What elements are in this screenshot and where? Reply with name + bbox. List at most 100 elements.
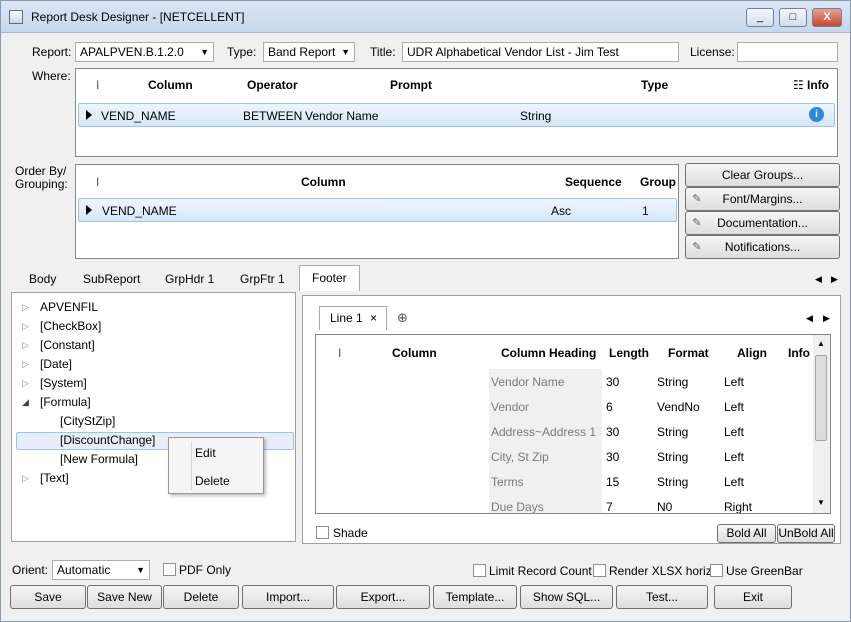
scroll-down-icon[interactable]: ▼: [817, 498, 825, 507]
tab-scroll-left-icon[interactable]: ◀: [815, 274, 822, 285]
out-row-length[interactable]: 6: [606, 400, 613, 414]
out-row-format[interactable]: String: [657, 475, 688, 489]
out-row-length[interactable]: 7: [606, 500, 613, 513]
expand-arrow-icon[interactable]: ▷: [22, 302, 29, 313]
out-row-heading[interactable]: City, St Zip: [491, 450, 549, 464]
tree-node-citystzip[interactable]: [CityStZip]: [60, 412, 115, 430]
out-col-format[interactable]: Format: [668, 346, 709, 360]
delete-button[interactable]: Delete: [163, 585, 239, 609]
out-row-format[interactable]: String: [657, 425, 688, 439]
shade-checkbox[interactable]: [316, 526, 329, 539]
order-row[interactable]: VEND_NAME Asc 1: [78, 198, 677, 222]
out-col-info[interactable]: Info: [788, 346, 810, 360]
minimize-button[interactable]: _: [746, 8, 774, 27]
line-scroll-left-icon[interactable]: ◀: [806, 313, 813, 324]
out-row-align[interactable]: Left: [724, 475, 744, 489]
expand-arrow-icon[interactable]: ▷: [22, 359, 29, 370]
out-col-align[interactable]: Align: [737, 346, 767, 360]
scrollbar-thumb[interactable]: [815, 355, 827, 441]
tab-body[interactable]: Body: [17, 267, 68, 291]
close-button[interactable]: X: [812, 8, 842, 27]
info-icon[interactable]: i: [809, 107, 824, 122]
orient-combo[interactable]: Automatic ▼: [52, 560, 150, 580]
out-row-length[interactable]: 30: [606, 450, 619, 464]
font-margins-button[interactable]: ✎ Font/Margins...: [685, 187, 840, 211]
clear-groups-button[interactable]: Clear Groups...: [685, 163, 840, 187]
out-col-column[interactable]: Column: [392, 346, 437, 360]
template-button[interactable]: Template...: [433, 585, 517, 609]
tree-node-new-formula[interactable]: [New Formula]: [60, 450, 138, 468]
out-row-length[interactable]: 30: [606, 425, 619, 439]
order-col-group[interactable]: Group: [640, 175, 676, 189]
out-row-heading[interactable]: Due Days: [491, 500, 544, 513]
collapse-arrow-icon[interactable]: ◢: [22, 397, 29, 408]
save-new-button[interactable]: Save New: [87, 585, 162, 609]
out-row-format[interactable]: N0: [657, 500, 672, 513]
limit-record-checkbox[interactable]: [473, 564, 486, 577]
line-scroll-right-icon[interactable]: ▶: [823, 313, 830, 324]
show-sql-button[interactable]: Show SQL...: [520, 585, 613, 609]
close-icon[interactable]: ×: [370, 307, 377, 329]
test-button[interactable]: Test...: [616, 585, 708, 609]
import-button[interactable]: Import...: [242, 585, 334, 609]
documentation-button[interactable]: ✎ Documentation...: [685, 211, 840, 235]
tab-line-1[interactable]: Line 1 ×: [319, 306, 387, 330]
export-button[interactable]: Export...: [336, 585, 430, 609]
add-line-icon[interactable]: ⊕: [397, 310, 408, 326]
out-row-heading[interactable]: Terms: [491, 475, 524, 489]
unbold-all-button[interactable]: UnBold All: [777, 524, 835, 543]
order-col-sequence[interactable]: Sequence: [565, 175, 622, 189]
render-xlsx-checkbox[interactable]: [593, 564, 606, 577]
tab-subreport[interactable]: SubReport: [71, 267, 152, 291]
out-row-heading[interactable]: Address~Address 1: [491, 425, 596, 439]
tab-grphdr[interactable]: GrpHdr 1: [153, 267, 226, 291]
maximize-button[interactable]: □: [779, 8, 807, 27]
tab-footer[interactable]: Footer: [299, 265, 360, 291]
where-row[interactable]: VEND_NAME BETWEEN Vendor Name String i: [78, 103, 835, 127]
out-row-align[interactable]: Left: [724, 450, 744, 464]
where-col-prompt[interactable]: Prompt: [390, 78, 432, 92]
tree-node-system[interactable]: [System]: [40, 374, 87, 392]
menu-item-delete[interactable]: Delete: [195, 474, 230, 488]
vertical-scrollbar[interactable]: ▲ ▼: [813, 335, 830, 513]
scroll-up-icon[interactable]: ▲: [817, 339, 825, 348]
out-row-align[interactable]: Right: [724, 500, 752, 513]
license-input[interactable]: [737, 42, 838, 62]
where-col-operator[interactable]: Operator: [247, 78, 298, 92]
order-col-column[interactable]: Column: [301, 175, 346, 189]
out-col-length[interactable]: Length: [609, 346, 649, 360]
notifications-button[interactable]: ✎ Notifications...: [685, 235, 840, 259]
out-row-align[interactable]: Left: [724, 400, 744, 414]
expand-arrow-icon[interactable]: ▷: [22, 473, 29, 484]
tree-node-date[interactable]: [Date]: [40, 355, 72, 373]
expand-arrow-icon[interactable]: ▷: [22, 378, 29, 389]
tree-node-constant[interactable]: [Constant]: [40, 336, 95, 354]
save-button[interactable]: Save: [10, 585, 86, 609]
report-combo[interactable]: APALPVEN.B.1.2.0 ▼: [75, 42, 214, 62]
columns-icon[interactable]: ☷: [793, 78, 804, 92]
out-row-length[interactable]: 15: [606, 475, 619, 489]
tree-node-text[interactable]: [Text]: [40, 469, 69, 487]
expand-arrow-icon[interactable]: ▷: [22, 321, 29, 332]
tree-node-formula[interactable]: [Formula]: [40, 393, 91, 411]
out-col-heading[interactable]: Column Heading: [501, 346, 596, 360]
tree-node-checkbox[interactable]: [CheckBox]: [40, 317, 101, 335]
type-combo[interactable]: Band Report ▼: [263, 42, 355, 62]
tree-node-discountchange[interactable]: [DiscountChange]: [60, 431, 155, 449]
expand-arrow-icon[interactable]: ▷: [22, 340, 29, 351]
title-input[interactable]: UDR Alphabetical Vendor List - Jim Test: [402, 42, 679, 62]
out-row-align[interactable]: Left: [724, 425, 744, 439]
out-row-align[interactable]: Left: [724, 375, 744, 389]
menu-item-edit[interactable]: Edit: [195, 446, 216, 460]
tab-scroll-right-icon[interactable]: ▶: [831, 274, 838, 285]
out-row-format[interactable]: VendNo: [657, 400, 700, 414]
out-row-format[interactable]: String: [657, 450, 688, 464]
bold-all-button[interactable]: Bold All: [717, 524, 776, 543]
exit-button[interactable]: Exit: [714, 585, 792, 609]
where-col-info[interactable]: Info: [807, 78, 829, 92]
out-row-heading[interactable]: Vendor Name: [491, 375, 564, 389]
out-row-length[interactable]: 30: [606, 375, 619, 389]
use-greenbar-checkbox[interactable]: [710, 564, 723, 577]
where-col-type[interactable]: Type: [641, 78, 668, 92]
out-row-format[interactable]: String: [657, 375, 688, 389]
